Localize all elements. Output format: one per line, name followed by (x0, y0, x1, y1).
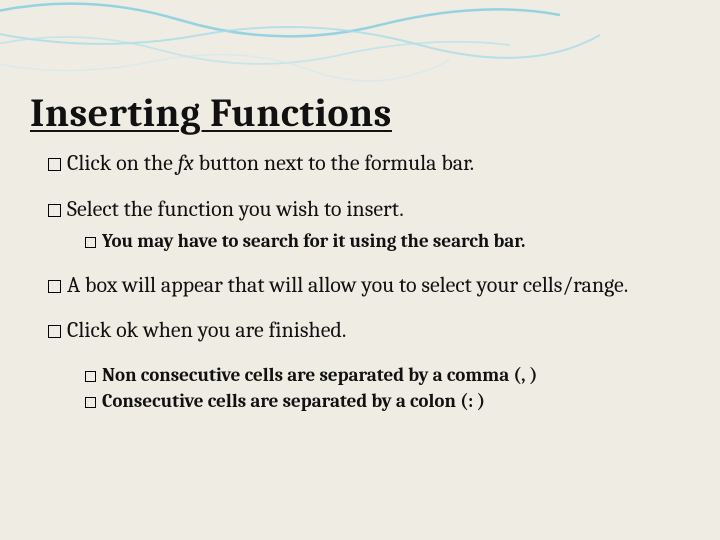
bullet-2-sub-text: You may have to search for it using the … (102, 230, 525, 252)
bullet-2-sub: You may have to search for it using the … (85, 229, 690, 254)
bullet-2-text: Select the function you wish to insert. (67, 196, 404, 222)
bullet-4-sub1-text: Non consecutive cells are separated by a… (102, 364, 537, 386)
square-bullet-icon (48, 325, 61, 338)
square-bullet-icon (85, 237, 96, 248)
bullet-4: Click ok when you are finished. (48, 317, 690, 345)
decorative-swirls (0, 0, 720, 100)
square-bullet-icon (85, 397, 96, 408)
bullet-1-fx: fx (178, 150, 194, 176)
bullet-4-sub-2: Consecutive cells are separated by a col… (85, 389, 690, 414)
bullet-4-text: Click ok when you are finished. (67, 317, 346, 343)
slide-content: Inserting Functions Click on the fx butt… (30, 90, 690, 432)
bullet-1-text-post: button next to the formula bar. (194, 150, 474, 176)
bullet-1: Click on the fx button next to the formu… (48, 150, 690, 178)
bullet-3: A box will appear that will allow you to… (48, 272, 690, 300)
square-bullet-icon (48, 280, 61, 293)
square-bullet-icon (48, 204, 61, 217)
bullet-3-text: A box will appear that will allow you to… (67, 272, 628, 298)
slide-title: Inserting Functions (30, 90, 690, 136)
square-bullet-icon (85, 371, 96, 382)
bullet-1-text-pre: Click on the (67, 150, 178, 176)
bullet-2: Select the function you wish to insert. (48, 196, 690, 224)
bullet-4-sub-1: Non consecutive cells are separated by a… (85, 363, 690, 388)
bullet-4-sub2-text: Consecutive cells are separated by a col… (102, 390, 485, 412)
square-bullet-icon (48, 158, 61, 171)
